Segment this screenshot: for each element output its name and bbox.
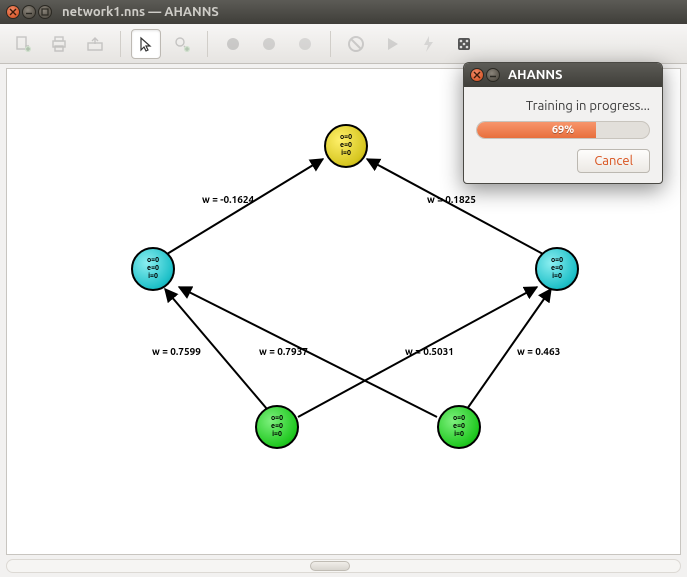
neuron-type-2-icon[interactable] xyxy=(254,29,284,59)
node-value: i=0 xyxy=(272,431,282,439)
cursor-icon[interactable] xyxy=(131,29,161,59)
hidden-node-left[interactable]: o=0 e=0 i=0 xyxy=(131,247,175,291)
progress-bar: 69% xyxy=(476,121,650,139)
scrollbar-thumb[interactable] xyxy=(310,561,350,571)
edge-weight-label: w = 0.7937 xyxy=(259,346,308,357)
no-entry-icon[interactable] xyxy=(341,29,371,59)
main-window: network1.nns — AHANNS xyxy=(0,0,687,577)
toolbar xyxy=(0,24,687,64)
neuron-type-1-icon[interactable] xyxy=(218,29,248,59)
play-icon[interactable] xyxy=(377,29,407,59)
minimize-icon[interactable] xyxy=(22,5,36,19)
node-value: i=0 xyxy=(454,431,464,439)
add-document-icon[interactable] xyxy=(8,29,38,59)
training-dialog[interactable]: AHANNS Training in progress... 69% Cance… xyxy=(463,62,663,184)
dialog-actions: Cancel xyxy=(476,149,650,173)
dialog-body: Training in progress... 69% Cancel xyxy=(464,87,662,183)
edge-weight-label: w = 0.5031 xyxy=(405,346,454,357)
input-node-left[interactable]: o=0 e=0 i=0 xyxy=(255,405,299,449)
edge-weight-label: w = -0.1624 xyxy=(202,194,254,205)
edge-weight-label: w = 0.7599 xyxy=(152,346,201,357)
print-icon[interactable] xyxy=(44,29,74,59)
window-title: network1.nns — AHANNS xyxy=(62,5,219,19)
titlebar[interactable]: network1.nns — AHANNS xyxy=(0,0,687,24)
minimize-icon[interactable] xyxy=(486,68,500,82)
close-icon[interactable] xyxy=(6,5,20,19)
node-value: i=0 xyxy=(148,273,158,281)
progress-text: 69% xyxy=(477,122,649,138)
edge-weight-label: w = 0.1825 xyxy=(427,194,476,205)
train-icon[interactable] xyxy=(413,29,443,59)
output-node[interactable]: o=0 e=0 i=0 xyxy=(324,124,368,168)
cancel-button[interactable]: Cancel xyxy=(577,149,650,173)
window-controls xyxy=(6,5,52,19)
dialog-title: AHANNS xyxy=(508,68,562,82)
edge-weight-label: w = 0.463 xyxy=(517,346,560,357)
close-icon[interactable] xyxy=(470,68,484,82)
export-icon[interactable] xyxy=(80,29,110,59)
horizontal-scrollbar[interactable] xyxy=(6,559,681,573)
add-node-icon[interactable] xyxy=(167,29,197,59)
dialog-titlebar[interactable]: AHANNS xyxy=(464,63,662,87)
randomize-icon[interactable] xyxy=(449,29,479,59)
node-value: i=0 xyxy=(341,150,351,158)
hidden-node-right[interactable]: o=0 e=0 i=0 xyxy=(535,247,579,291)
node-value: i=0 xyxy=(552,273,562,281)
input-node-right[interactable]: o=0 e=0 i=0 xyxy=(437,405,481,449)
neuron-type-3-icon[interactable] xyxy=(290,29,320,59)
maximize-icon[interactable] xyxy=(38,5,52,19)
dialog-window-controls xyxy=(470,68,500,82)
dialog-message: Training in progress... xyxy=(476,99,650,113)
